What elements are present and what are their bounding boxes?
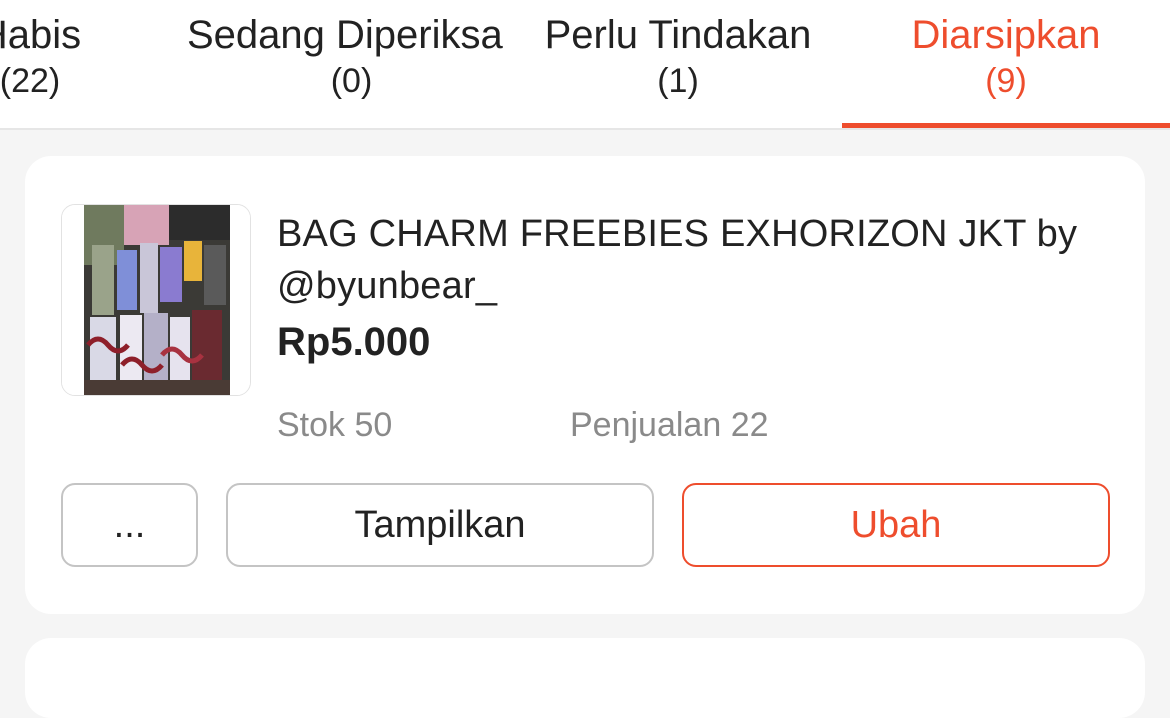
sales-stat: Penjualan 22 [570,406,769,445]
stock-label: Stok [277,406,346,444]
tab-count: (22) [0,62,61,100]
sales-value: 22 [730,406,769,444]
edit-button[interactable]: Ubah [682,483,1110,567]
more-options-button[interactable]: ... [61,483,198,567]
product-photo-icon [62,205,250,395]
next-product-card [25,638,1145,718]
stock-value: 50 [354,406,393,444]
product-thumbnail[interactable] [61,204,251,396]
tab-diarsipkan[interactable]: Diarsipkan (9) [842,0,1170,128]
tab-label: Perlu Tindakan [544,13,812,57]
status-tab-bar: Habis (22) Sedang Diperiksa (0) Perlu Ti… [0,0,1170,130]
tab-label: Habis [0,13,82,57]
product-title[interactable]: BAG CHARM FREEBIES EXHORIZON JKT by @byu… [277,208,1117,312]
stock-stat: Stok 50 [277,406,392,445]
tab-label: Diarsipkan [911,13,1101,57]
tab-count: (0) [330,62,373,100]
active-tab-indicator [842,123,1170,128]
tab-perlu-tindakan[interactable]: Perlu Tindakan (1) [520,0,836,128]
product-card: BAG CHARM FREEBIES EXHORIZON JKT by @byu… [25,156,1145,614]
tab-label: Sedang Diperiksa [187,13,503,57]
tab-sedang-diperiksa[interactable]: Sedang Diperiksa (0) [187,0,516,128]
tab-habis[interactable]: Habis (22) [0,0,120,128]
sales-label: Penjualan [570,406,722,444]
tab-count: (1) [657,62,699,100]
show-button[interactable]: Tampilkan [226,483,654,567]
product-price: Rp5.000 [277,320,431,364]
tab-count: (9) [985,62,1027,100]
